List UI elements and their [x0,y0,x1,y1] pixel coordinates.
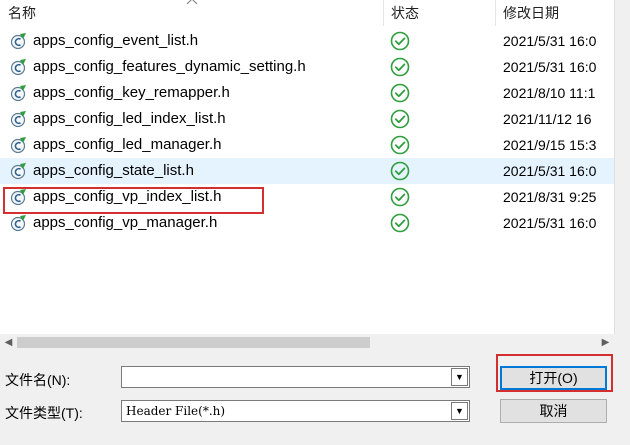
file-row[interactable]: apps_config_state_list.h 2021/5/31 16:0 [0,158,614,184]
file-name: apps_config_led_manager.h [33,136,222,153]
check-circle-icon [390,83,410,103]
file-row[interactable]: apps_config_features_dynamic_setting.h 20… [0,54,614,80]
file-row[interactable]: apps_config_key_remapper.h 2021/8/10 11:1 [0,80,614,106]
file-name: apps_config_event_list.h [33,32,199,49]
file-name: apps_config_led_index_list.h [33,110,226,127]
file-name: apps_config_vp_manager.h [33,214,218,231]
scroll-left-icon[interactable]: ◀ [0,334,17,351]
column-status-header[interactable]: 状态 [391,0,419,26]
c-header-file-icon [10,33,26,50]
file-modified-date: 2021/8/10 11:1 [503,85,596,101]
scroll-right-icon[interactable]: ▶ [597,334,614,351]
c-header-file-icon [10,111,26,128]
c-header-file-icon [10,59,26,76]
check-circle-icon [390,57,410,77]
check-circle-icon [390,213,410,233]
c-header-file-icon [10,215,26,232]
column-header: 名称 状态 修改日期 [0,0,614,26]
c-header-file-icon [10,85,26,102]
file-row[interactable]: apps_config_event_list.h 2021/5/31 16:0 [0,28,614,54]
filetype-select[interactable]: Header File(*.h) ▼ [121,400,470,422]
file-list[interactable]: 名称 状态 修改日期 apps_config_event_list.h 2021/… [0,0,614,334]
file-modified-date: 2021/5/31 16:0 [503,33,597,49]
file-row[interactable]: apps_config_vp_index_list.h 2021/8/31 9:2… [0,184,614,210]
filetype-label: 文件类型(T): [5,405,83,421]
file-name: apps_config_state_list.h [33,162,194,179]
file-name: apps_config_features_dynamic_setting.h [33,58,306,75]
filename-combobox[interactable]: ▼ [121,366,470,388]
check-circle-icon [390,109,410,129]
file-modified-date: 2021/5/31 16:0 [503,163,597,179]
check-circle-icon [390,161,410,181]
cancel-button[interactable]: 取消 [500,399,607,423]
column-divider[interactable] [383,0,384,26]
file-name: apps_config_key_remapper.h [33,84,230,101]
file-name: apps_config_vp_index_list.h [33,188,222,205]
column-date-header[interactable]: 修改日期 [503,0,559,26]
check-circle-icon [390,135,410,155]
column-name-header[interactable]: 名称 [8,0,36,26]
open-button[interactable]: 打开(O) [500,366,607,390]
file-modified-date: 2021/9/15 15:3 [503,137,597,153]
file-row[interactable]: apps_config_led_manager.h 2021/9/15 15:3 [0,132,614,158]
file-modified-date: 2021/5/31 16:0 [503,215,597,231]
c-header-file-icon [10,137,26,154]
vertical-scrollbar[interactable] [614,0,630,334]
chevron-down-icon[interactable]: ▼ [451,368,468,386]
column-divider[interactable] [495,0,496,26]
horizontal-scrollbar[interactable]: ◀ ▶ [0,334,614,351]
check-circle-icon [390,31,410,51]
chevron-down-icon[interactable]: ▼ [451,402,468,420]
c-header-file-icon [10,189,26,206]
scroll-corner [614,334,630,351]
scrollbar-thumb[interactable] [17,337,370,348]
file-row[interactable]: apps_config_vp_manager.h 2021/5/31 16:0 [0,210,614,236]
file-modified-date: 2021/11/12 16 [503,111,592,127]
file-modified-date: 2021/8/31 9:25 [503,189,597,205]
c-header-file-icon [10,163,26,180]
filename-label: 文件名(N): [5,372,71,388]
file-modified-date: 2021/5/31 16:0 [503,59,597,75]
check-circle-icon [390,187,410,207]
filetype-value: Header File(*.h) [126,404,226,418]
file-row[interactable]: apps_config_led_index_list.h 2021/11/12 1… [0,106,614,132]
sort-ascending-icon [186,0,198,5]
